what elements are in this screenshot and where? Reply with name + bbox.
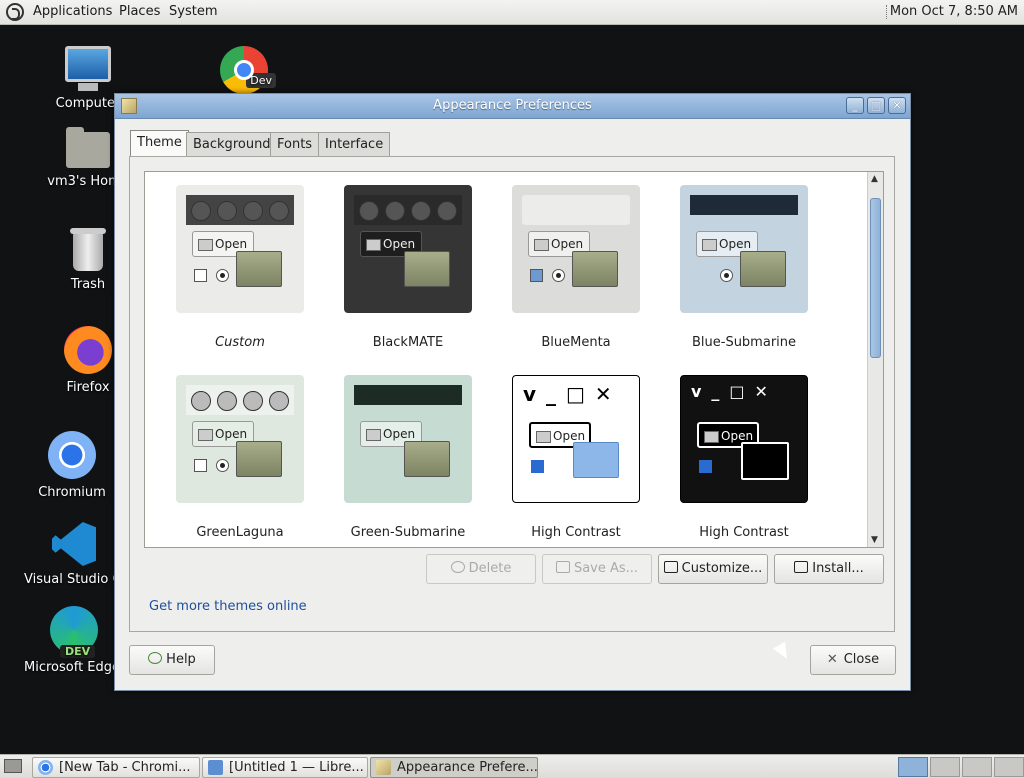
theme-list[interactable]: Open Custom Open BlackMATE Open BlueMent… (144, 171, 884, 548)
folder-icon (236, 441, 282, 477)
desktop-icon-label: Visual Studio Code (24, 572, 124, 587)
save-as-button[interactable]: Save As... (542, 554, 652, 584)
system-menu[interactable]: System (169, 4, 217, 19)
theme-preview: v_□✕ Open (512, 375, 640, 503)
tab-interface[interactable]: Interface (318, 132, 391, 157)
home-folder-icon (66, 127, 110, 168)
install-icon (794, 561, 809, 573)
checkbox-icon (194, 269, 207, 282)
theme-name: High Contrast (699, 525, 789, 540)
close-button[interactable]: ✕ Close (810, 645, 896, 675)
theme-tab-panel: Open Custom Open BlackMATE Open BlueMent… (129, 156, 895, 632)
install-button[interactable]: Install... (774, 554, 884, 584)
radio-icon (552, 269, 565, 282)
desktop-icon-edge[interactable]: DEV Microsoft Edge (24, 606, 124, 675)
theme-name: BlackMATE (372, 335, 444, 350)
radio-icon (216, 459, 229, 472)
document-icon (208, 760, 223, 775)
vscode-icon (52, 522, 96, 566)
maximize-button[interactable]: □ (867, 97, 885, 114)
minimize-button[interactable]: _ (846, 97, 864, 114)
theme-name: Green-Submarine (350, 525, 466, 540)
theme-preview: Open (344, 185, 472, 313)
theme-list-scrollbar[interactable]: ▲ ▼ (867, 172, 883, 547)
theme-preview: Open (512, 185, 640, 313)
dev-badge: DEV (60, 645, 96, 658)
folder-icon (740, 251, 786, 287)
workspace-3[interactable] (962, 757, 992, 777)
chromium-icon (48, 431, 96, 479)
tab-background[interactable]: Background (186, 132, 278, 157)
radio-icon (720, 269, 733, 282)
close-icon: ✕ (826, 652, 838, 667)
desktop-icon-label: Chromium (38, 485, 106, 500)
get-more-themes-link[interactable]: Get more themes online (149, 599, 307, 614)
theme-name: Blue-Submarine (691, 335, 797, 350)
mate-logo-icon[interactable] (6, 3, 24, 21)
chrome-dev-icon: Dev (220, 46, 276, 94)
chromium-icon (38, 760, 53, 775)
taskbar-item-chromium[interactable]: [New Tab - Chromi... (32, 757, 200, 778)
theme-preview: v_□✕ Open (680, 375, 808, 503)
desktop-icon-vscode[interactable]: Visual Studio Code (24, 522, 124, 587)
customize-icon (663, 561, 678, 573)
window-titlebar[interactable]: Appearance Preferences _ □ ✕ (115, 94, 910, 119)
theme-preview: Open (344, 375, 472, 503)
theme-preview: Open (680, 185, 808, 313)
panel-separator (886, 5, 889, 19)
tab-theme[interactable]: Theme (130, 130, 189, 157)
folder-icon (404, 441, 450, 477)
folder-icon (741, 442, 789, 480)
desktop-icon-chromium[interactable]: Chromium (22, 431, 122, 500)
desktop-icon-label: Microsoft Edge (24, 660, 121, 675)
folder-icon (236, 251, 282, 287)
help-button[interactable]: Help (129, 645, 215, 675)
desktop-icon-chrome-dev[interactable]: Dev (194, 46, 294, 100)
checkbox-icon (699, 460, 712, 473)
folder-icon (572, 251, 618, 287)
trash-icon (70, 228, 106, 271)
checkbox-icon (530, 269, 543, 282)
folder-icon (573, 442, 619, 478)
theme-preview: Open (176, 185, 304, 313)
delete-button[interactable]: Delete (426, 554, 536, 584)
customize-button[interactable]: Customize... (658, 554, 768, 584)
top-panel: Applications Places System Mon Oct 7, 8:… (0, 0, 1024, 25)
workspace-4[interactable] (994, 757, 1024, 777)
checkbox-icon (194, 459, 207, 472)
taskbar-item-appearance[interactable]: Appearance Prefere... (370, 757, 538, 778)
window-title: Appearance Preferences (433, 98, 592, 113)
clock[interactable]: Mon Oct 7, 8:50 AM (890, 4, 1018, 19)
close-window-button[interactable]: ✕ (888, 97, 906, 114)
taskbar-item-libreoffice[interactable]: [Untitled 1 — Libre... (202, 757, 368, 778)
theme-preview: Open (176, 375, 304, 503)
bottom-panel: [New Tab - Chromi... [Untitled 1 — Libre… (0, 754, 1024, 778)
theme-name: GreenLaguna (196, 525, 284, 540)
save-icon (555, 561, 570, 573)
places-menu[interactable]: Places (119, 4, 160, 19)
dev-badge: Dev (246, 73, 276, 88)
theme-name: High Contrast (531, 525, 621, 540)
folder-icon (404, 251, 450, 287)
delete-icon (450, 561, 465, 573)
scroll-up-icon[interactable]: ▲ (871, 174, 878, 184)
appearance-icon (376, 760, 391, 775)
applications-menu[interactable]: Applications (33, 4, 112, 19)
show-desktop-icon[interactable] (4, 759, 22, 773)
help-icon (148, 652, 163, 664)
workspace-1[interactable] (898, 757, 928, 777)
appearance-preferences-window: Appearance Preferences _ □ ✕ Theme Backg… (114, 93, 911, 691)
workspace-2[interactable] (930, 757, 960, 777)
theme-name: Custom (215, 335, 265, 350)
computer-icon (65, 46, 111, 91)
scroll-down-icon[interactable]: ▼ (871, 535, 878, 545)
radio-icon (216, 269, 229, 282)
checkbox-icon (531, 460, 544, 473)
theme-name: BlueMenta (541, 335, 611, 350)
scrollbar-thumb[interactable] (870, 198, 881, 358)
firefox-icon (64, 326, 112, 374)
edge-icon: DEV (50, 606, 98, 658)
tab-fonts[interactable]: Fonts (270, 132, 320, 157)
